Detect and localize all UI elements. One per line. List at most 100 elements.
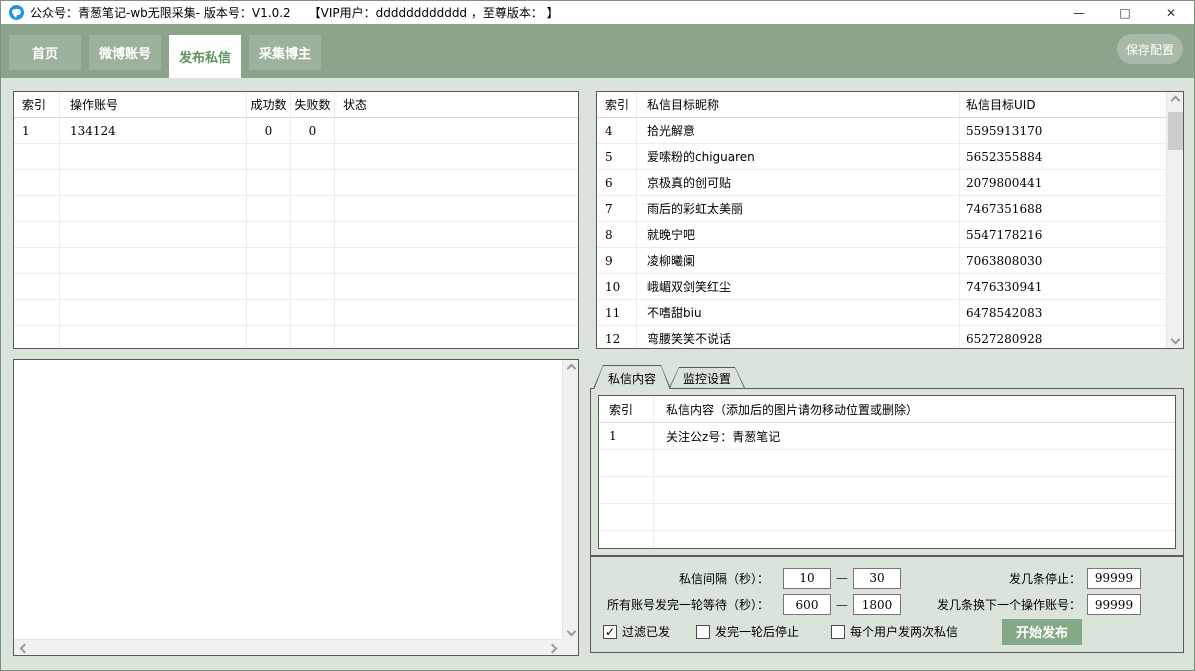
scroll-right-icon[interactable] (544, 640, 560, 656)
scroll-down-icon[interactable] (1167, 331, 1184, 348)
checkbox-unchecked-icon[interactable] (696, 625, 710, 639)
checkbox-label: 每个用户发两次私信 (850, 623, 958, 640)
stop-count-input[interactable]: 99999 (1087, 568, 1141, 589)
table-row-empty (14, 248, 578, 274)
targets-table: 索引 私信目标昵称 私信目标UID 4 拾光解意 5595913170 5 爱嗦… (596, 91, 1184, 349)
checkbox-unchecked-icon[interactable] (831, 625, 845, 639)
cell-nickname: 凌柳曦阑 (637, 248, 960, 273)
cell-status (335, 118, 578, 143)
scroll-down-icon[interactable] (563, 623, 579, 639)
log-vertical-scrollbar[interactable] (562, 360, 578, 639)
table-row-empty (14, 144, 578, 170)
checkbox-label: 过滤已发 (622, 623, 670, 640)
interval-max-input[interactable]: 30 (853, 568, 901, 589)
cell-uid: 7476330941 (960, 274, 1166, 299)
table-row[interactable]: 1 134124 0 0 (14, 118, 578, 144)
cell-uid: 5547178216 (960, 222, 1166, 247)
tab-home[interactable]: 首页 (9, 35, 81, 70)
options-row: ✓ 过滤已发 发完一轮后停止 每个用户发两次私信 开始发布 (597, 618, 1141, 646)
table-row-empty (599, 504, 1175, 531)
col-index: 索引 (599, 396, 654, 422)
cell-index: 8 (597, 222, 637, 247)
window-controls: — □ ✕ (1056, 1, 1194, 24)
log-box[interactable] (13, 359, 579, 656)
cell-success: 0 (247, 118, 291, 143)
table-row[interactable]: 8 就晚宁吧 5547178216 (597, 222, 1166, 248)
range-dash: — (836, 598, 848, 612)
cell-uid: 5595913170 (960, 118, 1166, 143)
table-row-empty (599, 477, 1175, 504)
cell-index: 4 (597, 118, 637, 143)
start-publish-button[interactable]: 开始发布 (1002, 619, 1082, 645)
messages-table: 索引 私信内容（添加后的图片请勿移动位置或删除） 1 关注公z号：青葱笔记 (598, 395, 1176, 549)
cell-index: 1 (14, 118, 60, 143)
range-dash: — (836, 571, 848, 585)
targets-scrollbar[interactable] (1166, 92, 1183, 348)
messages-table-header: 索引 私信内容（添加后的图片请勿移动位置或删除） (599, 396, 1175, 423)
table-row[interactable]: 4 拾光解意 5595913170 (597, 118, 1166, 144)
tab-monitor-settings[interactable]: 监控设置 (669, 367, 745, 388)
scroll-up-icon[interactable] (1167, 92, 1184, 109)
wait-max-input[interactable]: 1800 (853, 594, 901, 615)
log-horizontal-scrollbar[interactable] (14, 639, 562, 655)
cell-index: 12 (597, 326, 637, 349)
window-title: 公众号：青葱笔记-wb无限采集- 版本号：V1.0.2 (30, 4, 291, 21)
col-nickname: 私信目标昵称 (637, 92, 960, 117)
cell-index: 9 (597, 248, 637, 273)
interval-row: 私信间隔（秒）： 10 — 30 发几条停止： 99999 (597, 565, 1141, 591)
table-row[interactable]: 11 不嗜甜biu 6478542083 (597, 300, 1166, 326)
send-twice-option[interactable]: 每个用户发两次私信 (831, 623, 958, 640)
cell-uid: 5652355884 (960, 144, 1166, 169)
tab-send-dm[interactable]: 发布私信 (169, 35, 241, 78)
scrollbar-thumb[interactable] (1168, 112, 1183, 150)
cell-content: 关注公z号：青葱笔记 (654, 423, 1175, 449)
cell-index: 5 (597, 144, 637, 169)
table-row[interactable]: 10 峨嵋双剑笑红尘 7476330941 (597, 274, 1166, 300)
scroll-up-icon[interactable] (563, 360, 579, 376)
cell-nickname: 峨嵋双剑笑红尘 (637, 274, 960, 299)
app-icon (9, 5, 24, 20)
scrollbar-corner (562, 639, 578, 655)
cell-nickname: 雨后的彩虹太美丽 (637, 196, 960, 221)
cell-nickname: 拾光解意 (637, 118, 960, 143)
maximize-button[interactable]: □ (1102, 1, 1148, 24)
checkbox-label: 发完一轮后停止 (715, 623, 799, 640)
table-row[interactable]: 1 关注公z号：青葱笔记 (599, 423, 1175, 450)
table-row[interactable]: 12 弯腰笑笑不说话 6527280928 (597, 326, 1166, 349)
wait-min-input[interactable]: 600 (783, 594, 831, 615)
table-row[interactable]: 5 爱嗦粉的chiguaren 5652355884 (597, 144, 1166, 170)
close-button[interactable]: ✕ (1148, 1, 1194, 24)
cell-index: 10 (597, 274, 637, 299)
round-wait-row: 所有账号发完一轮等待（秒）： 600 — 1800 发几条换下一个操作账号： 9… (597, 591, 1141, 617)
filter-sent-option[interactable]: ✓ 过滤已发 (603, 623, 670, 640)
scroll-left-icon[interactable] (16, 640, 32, 656)
table-row[interactable]: 9 凌柳曦阑 7063808030 (597, 248, 1166, 274)
minimize-button[interactable]: — (1056, 1, 1102, 24)
table-row-empty (14, 170, 578, 196)
tab-collect-bloggers[interactable]: 采集博主 (249, 35, 321, 70)
interval-min-input[interactable]: 10 (783, 568, 831, 589)
col-success: 成功数 (247, 92, 291, 117)
tab-dm-content[interactable]: 私信内容 (593, 365, 671, 389)
dm-content-page: 索引 私信内容（添加后的图片请勿移动位置或删除） 1 关注公z号：青葱笔记 (590, 388, 1184, 556)
table-row[interactable]: 7 雨后的彩虹太美丽 7467351688 (597, 196, 1166, 222)
tab-label: 监控设置 (670, 368, 744, 388)
app-window: 公众号：青葱笔记-wb无限采集- 版本号：V1.0.2 【VIP用户：ddddd… (0, 0, 1195, 671)
cell-account: 134124 (60, 118, 247, 143)
checkbox-checked-icon[interactable]: ✓ (603, 625, 617, 639)
cell-nickname: 不嗜甜biu (637, 300, 960, 325)
table-row-empty (14, 196, 578, 222)
cell-uid: 7467351688 (960, 196, 1166, 221)
table-row[interactable]: 6 京极真的创可贴 2079800441 (597, 170, 1166, 196)
cell-uid: 2079800441 (960, 170, 1166, 195)
stop-after-round-option[interactable]: 发完一轮后停止 (696, 623, 799, 640)
table-row-empty (599, 531, 1175, 549)
save-config-button[interactable]: 保存配置 (1117, 34, 1183, 64)
tab-weibo-accounts[interactable]: 微博账号 (89, 35, 161, 70)
titlebar: 公众号：青葱笔记-wb无限采集- 版本号：V1.0.2 【VIP用户：ddddd… (1, 1, 1194, 24)
nav-tabbar: 首页 微博账号 发布私信 采集博主 保存配置 (1, 24, 1194, 78)
switch-account-input[interactable]: 99999 (1087, 594, 1141, 615)
cell-nickname: 爱嗦粉的chiguaren (637, 144, 960, 169)
col-fail: 失败数 (291, 92, 335, 117)
accounts-table-header: 索引 操作账号 成功数 失败数 状态 (14, 92, 578, 118)
